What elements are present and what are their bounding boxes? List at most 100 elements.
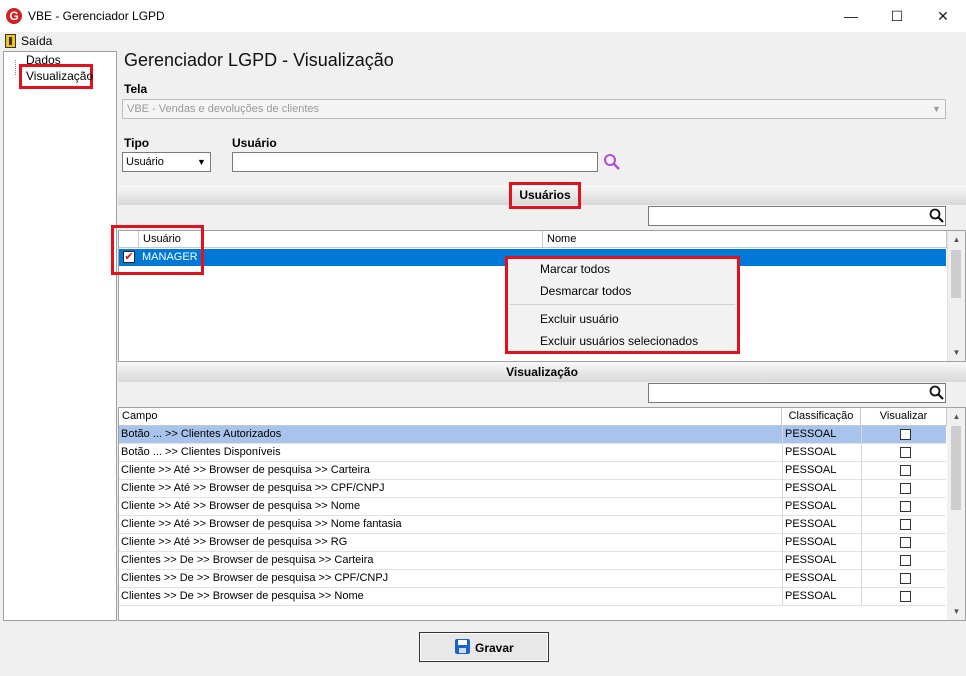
visualizar-checkbox[interactable] — [900, 465, 911, 476]
save-disk-icon — [455, 639, 470, 654]
search-icon[interactable] — [928, 207, 946, 225]
visualizar-checkbox[interactable] — [900, 591, 911, 602]
column-divider — [782, 516, 783, 534]
column-divider — [782, 498, 783, 516]
column-divider — [861, 534, 862, 552]
scrollbar-thumb[interactable] — [951, 250, 961, 298]
close-button[interactable]: ✕ — [920, 0, 966, 32]
usuarios-title-text: Usuários — [519, 188, 571, 202]
scroll-up-icon[interactable]: ▲ — [948, 231, 965, 248]
minimize-button[interactable]: — — [828, 0, 874, 32]
menu-item-marcar-todos[interactable]: Marcar todos — [540, 262, 610, 276]
visualizar-checkbox[interactable] — [900, 429, 911, 440]
tela-select[interactable]: VBE - Vendas e devoluções de clientes — [122, 99, 946, 119]
scroll-up-icon[interactable]: ▲ — [948, 408, 965, 425]
column-divider — [861, 444, 862, 462]
search-icon[interactable] — [602, 152, 622, 172]
tree-item-visualizacao[interactable]: Visualização — [26, 69, 93, 83]
app-logo-icon: G — [6, 8, 22, 24]
column-header-classificacao[interactable]: Classificação — [782, 408, 861, 426]
cell-classificacao: PESSOAL — [785, 554, 837, 566]
cell-campo: Cliente >> Até >> Browser de pesquisa >>… — [121, 482, 385, 494]
cell-campo: Cliente >> Até >> Browser de pesquisa >>… — [121, 464, 370, 476]
page-title: Gerenciador LGPD - Visualização — [124, 50, 394, 70]
menu-exit[interactable]: Saída — [21, 34, 52, 48]
usuario-label: Usuário — [232, 136, 277, 150]
visualizar-checkbox[interactable] — [900, 555, 911, 566]
column-divider — [861, 570, 862, 588]
cell-campo: Cliente >> Até >> Browser de pesquisa >>… — [121, 518, 402, 530]
tree-connector — [15, 60, 16, 75]
cell-campo: Clientes >> De >> Browser de pesquisa >>… — [121, 572, 389, 584]
cell-classificacao: PESSOAL — [785, 464, 837, 476]
menu-item-excluir-selecionados[interactable]: Excluir usuários selecionados — [540, 334, 698, 348]
visualizar-checkbox[interactable] — [900, 537, 911, 548]
navigation-tree — [3, 51, 117, 621]
column-divider — [861, 480, 862, 498]
usuario-input[interactable] — [232, 152, 598, 172]
table-row[interactable]: Clientes >> De >> Browser de pesquisa >>… — [119, 570, 946, 588]
table-row[interactable]: Clientes >> De >> Browser de pesquisa >>… — [119, 552, 946, 570]
column-divider — [782, 534, 783, 552]
column-divider — [782, 444, 783, 462]
visualizar-checkbox[interactable] — [900, 501, 911, 512]
gravar-label[interactable]: Gravar — [475, 641, 514, 655]
window-title: VBE - Gerenciador LGPD — [28, 9, 165, 23]
search-icon[interactable] — [928, 384, 946, 402]
column-divider — [861, 588, 862, 606]
visualizar-checkbox[interactable] — [900, 447, 911, 458]
usuarios-section-title: Usuários — [509, 182, 581, 209]
scroll-down-icon[interactable]: ▼ — [948, 344, 965, 361]
menu-item-desmarcar-todos[interactable]: Desmarcar todos — [540, 284, 631, 298]
table-row[interactable]: Botão ... >> Clientes Autorizados PESSOAL — [119, 426, 946, 444]
scroll-down-icon[interactable]: ▼ — [948, 603, 965, 620]
visualizacao-title: Visualização — [506, 365, 578, 379]
column-divider — [861, 426, 862, 444]
cell-classificacao: PESSOAL — [785, 428, 837, 440]
column-divider — [782, 570, 783, 588]
column-divider — [861, 516, 862, 534]
column-divider — [861, 498, 862, 516]
visualizacao-search-input[interactable] — [648, 383, 946, 403]
column-divider — [782, 462, 783, 480]
cell-campo: Botão ... >> Clientes Autorizados — [121, 428, 282, 440]
column-divider — [861, 462, 862, 480]
table-row[interactable]: Cliente >> Até >> Browser de pesquisa >>… — [119, 516, 946, 534]
column-divider — [782, 426, 783, 444]
menu-separator — [510, 304, 735, 305]
cell-classificacao: PESSOAL — [785, 518, 837, 530]
cell-classificacao: PESSOAL — [785, 500, 837, 512]
cell-campo: Cliente >> Até >> Browser de pesquisa >>… — [121, 536, 348, 548]
column-divider — [782, 480, 783, 498]
cell-classificacao: PESSOAL — [785, 572, 837, 584]
cell-campo: Botão ... >> Clientes Disponíveis — [121, 446, 281, 458]
maximize-button[interactable]: ☐ — [874, 0, 920, 32]
column-header-campo[interactable]: Campo — [119, 408, 782, 426]
table-row[interactable]: Cliente >> Até >> Browser de pesquisa >>… — [119, 480, 946, 498]
table-row[interactable]: Cliente >> Até >> Browser de pesquisa >>… — [119, 498, 946, 516]
column-divider — [782, 588, 783, 606]
cell-classificacao: PESSOAL — [785, 446, 837, 458]
visualizar-checkbox[interactable] — [900, 573, 911, 584]
chevron-down-icon[interactable]: ▼ — [928, 100, 945, 118]
tela-label: Tela — [124, 82, 148, 96]
table-row[interactable]: Cliente >> Até >> Browser de pesquisa >>… — [119, 462, 946, 480]
chevron-down-icon[interactable]: ▼ — [193, 153, 210, 171]
usuarios-search-input[interactable] — [648, 206, 946, 226]
table-row[interactable]: Botão ... >> Clientes Disponíveis PESSOAL — [119, 444, 946, 462]
column-header-visualizar[interactable]: Visualizar — [861, 408, 947, 426]
cell-campo: Cliente >> Até >> Browser de pesquisa >>… — [121, 500, 361, 512]
visualizar-checkbox[interactable] — [900, 519, 911, 530]
exit-door-icon[interactable] — [5, 34, 16, 48]
menu-bar — [0, 32, 966, 50]
visualizar-checkbox[interactable] — [900, 483, 911, 494]
cell-campo: Clientes >> De >> Browser de pesquisa >>… — [121, 590, 364, 602]
scrollbar-thumb[interactable] — [951, 426, 961, 510]
column-header-nome[interactable]: Nome — [543, 231, 947, 248]
table-row[interactable]: Clientes >> De >> Browser de pesquisa >>… — [119, 588, 946, 606]
menu-item-excluir-usuario[interactable]: Excluir usuário — [540, 312, 619, 326]
cell-classificacao: PESSOAL — [785, 590, 837, 602]
table-row[interactable]: Cliente >> Até >> Browser de pesquisa >>… — [119, 534, 946, 552]
visualizacao-section-bar: Visualização — [118, 362, 966, 382]
cell-classificacao: PESSOAL — [785, 536, 837, 548]
